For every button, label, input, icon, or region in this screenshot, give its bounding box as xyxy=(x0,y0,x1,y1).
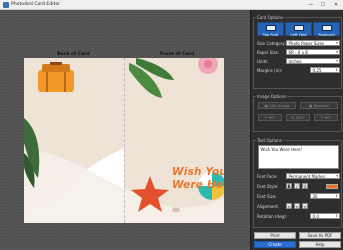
suitcase-graphic xyxy=(38,62,74,92)
font-size-spinner[interactable]: 30 ⇕ xyxy=(310,193,340,199)
rotation-label: Rotation (deg): xyxy=(257,214,288,219)
rotate-left-button[interactable]: ↶ 90° xyxy=(258,114,282,121)
underline-button[interactable]: U xyxy=(302,183,308,189)
size-category-select[interactable]: Photo Paper Sizes ▾ xyxy=(286,40,340,46)
left-fold-button[interactable]: Left Fold xyxy=(285,22,312,37)
card-text-input[interactable]: Wish You Were Here! xyxy=(258,145,339,169)
maximize-button[interactable]: ☐ xyxy=(317,0,329,10)
alignment-controls: ≡ ≡ ≡ xyxy=(286,203,312,209)
chevron-down-icon: ▾ xyxy=(336,41,338,45)
options-panel: Card Options Top Fold Left Fold Postcard… xyxy=(250,10,343,250)
print-button[interactable]: Print xyxy=(254,232,296,239)
text-options-group: Text Options Wish You Were Here! Font Fa… xyxy=(253,138,342,228)
chevron-down-icon: ▾ xyxy=(336,59,338,63)
postcard-button[interactable]: Postcard xyxy=(313,22,340,37)
image-options-title: Image Options xyxy=(256,94,288,99)
align-center-icon[interactable]: ≡ xyxy=(294,203,300,209)
front-of-card-label: Front of Card xyxy=(160,52,195,57)
font-color-swatch[interactable] xyxy=(326,183,338,189)
window-title: Photo4ed Card Editor xyxy=(11,2,61,7)
font-style-controls: B I U xyxy=(286,183,340,189)
rotate-180-button[interactable]: ↻ 180° xyxy=(286,114,310,121)
units-label: Units: xyxy=(257,59,269,64)
card-canvas[interactable]: Wish You Were Here xyxy=(24,58,224,223)
minimize-button[interactable]: — xyxy=(305,0,317,10)
italic-button[interactable]: I xyxy=(294,183,300,189)
font-style-label: Font Style: xyxy=(257,184,279,189)
card-options-title: Card Options xyxy=(256,15,285,20)
units-select[interactable]: Inches ▾ xyxy=(286,58,340,64)
save-as-pdf-button[interactable]: Save As PDF xyxy=(299,232,341,239)
app-icon xyxy=(3,2,9,8)
chevron-down-icon: ▾ xyxy=(336,50,338,54)
card-text-line-1: Wish You xyxy=(172,166,224,178)
chevron-down-icon: ▾ xyxy=(336,174,338,178)
align-right-icon[interactable]: ≡ xyxy=(302,203,308,209)
card-headline-text[interactable]: Wish You Were Here xyxy=(172,166,224,192)
postcard-icon xyxy=(321,25,332,31)
text-options-title: Text Options xyxy=(256,138,283,143)
card-preview-area[interactable]: Back of Card Front of Card Wish You Were… xyxy=(0,10,250,250)
spinner-arrows-icon: ⇕ xyxy=(335,194,338,198)
spinner-arrows-icon: ⇕ xyxy=(335,68,338,72)
add-image-button[interactable]: ▣ Add Image xyxy=(258,102,296,109)
font-face-label: Font Face: xyxy=(257,174,278,179)
bold-button[interactable]: B xyxy=(286,183,292,189)
top-fold-icon xyxy=(265,25,276,31)
align-left-icon[interactable]: ≡ xyxy=(286,203,292,209)
margins-spinner[interactable]: 0.25 ⇕ xyxy=(310,67,340,73)
size-category-label: Size Category: xyxy=(257,41,286,46)
card-options-group: Card Options Top Fold Left Fold Postcard… xyxy=(253,15,342,89)
left-fold-icon xyxy=(293,25,304,31)
alignment-label: Alignment: xyxy=(257,204,279,209)
rotation-spinner[interactable]: 0.0 ⇕ xyxy=(310,213,340,219)
rotate-right-button[interactable]: ↷ 90° xyxy=(314,114,338,121)
font-size-label: Font Size: xyxy=(257,194,277,199)
back-of-card-label: Back of Card xyxy=(57,52,90,57)
close-button[interactable]: ✕ xyxy=(330,0,342,10)
card-text-line-2: Were Here xyxy=(172,179,224,191)
margins-label: Margins (in): xyxy=(257,68,283,73)
font-face-select[interactable]: Permanent Marker ▾ xyxy=(286,173,340,179)
paper-size-select[interactable]: 6R - 6 x 8 ▾ xyxy=(286,49,340,55)
paper-size-label: Paper Size: xyxy=(257,50,280,55)
fold-line xyxy=(124,58,125,223)
title-bar: Photo4ed Card Editor — ☐ ✕ xyxy=(0,0,343,10)
top-fold-button[interactable]: Top Fold xyxy=(257,22,284,37)
spinner-arrows-icon: ⇕ xyxy=(335,214,338,218)
image-options-group: Image Options ▣ Add Image ▣ Remove ↶ 90°… xyxy=(253,94,342,132)
help-button[interactable]: Help xyxy=(299,241,341,248)
remove-image-button[interactable]: ▣ Remove xyxy=(300,102,338,109)
create-button[interactable]: Create xyxy=(254,241,296,248)
